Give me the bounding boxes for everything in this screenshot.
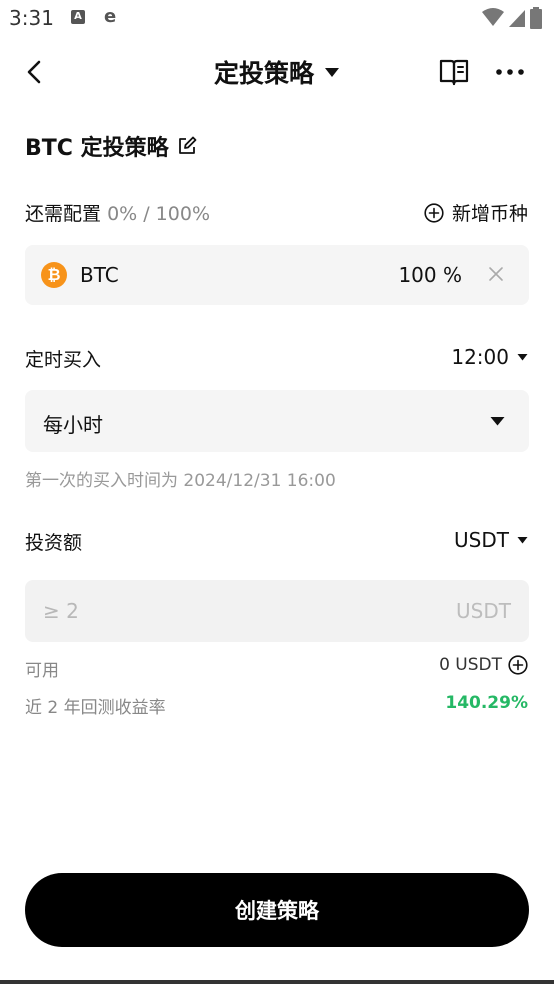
plus-circle-icon bbox=[424, 202, 444, 223]
signal-icon bbox=[509, 10, 525, 27]
wifi-icon bbox=[482, 8, 504, 26]
caret-down-icon bbox=[517, 354, 528, 361]
caret-down-icon bbox=[490, 417, 505, 426]
status-indicators bbox=[482, 7, 542, 29]
more-options-icon[interactable] bbox=[494, 60, 526, 84]
selected-time: 12:00 bbox=[451, 345, 509, 369]
create-strategy-button[interactable]: 创建策略 bbox=[25, 873, 529, 947]
amount-input[interactable] bbox=[25, 580, 529, 642]
backtest-label: 近 2 年回测收益率 bbox=[25, 698, 166, 718]
available-balance: 0 USDT bbox=[439, 655, 528, 675]
close-icon[interactable] bbox=[485, 263, 507, 285]
status-time: 3:31 bbox=[9, 6, 54, 30]
add-coin-label: 新增币种 bbox=[451, 203, 528, 225]
btc-coin-icon: ₿ bbox=[41, 262, 67, 288]
investment-label: 投资额 bbox=[25, 532, 83, 554]
allocation-status: 还需配置 0% / 100% bbox=[25, 199, 210, 226]
page-title: 定投策略 bbox=[213, 59, 314, 88]
notification-a-icon: A bbox=[71, 10, 85, 24]
amount-field: USDT bbox=[25, 580, 529, 642]
allocation-label: 还需配置 bbox=[25, 203, 102, 225]
bottom-edge bbox=[0, 980, 554, 984]
caret-down-icon bbox=[325, 68, 339, 77]
backtest-return: 140.29% bbox=[445, 693, 528, 713]
first-buy-note: 第一次的买入时间为 2024/12/31 16:00 bbox=[25, 471, 336, 491]
strategy-name-row: BTC 定投策略 bbox=[25, 130, 197, 162]
strategy-name: BTC 定投策略 bbox=[25, 136, 169, 161]
deposit-plus-icon[interactable] bbox=[508, 655, 528, 675]
create-strategy-label: 创建策略 bbox=[235, 899, 319, 923]
battery-icon bbox=[530, 7, 542, 29]
strategy-type-dropdown[interactable]: 定投策略 bbox=[214, 54, 340, 90]
coin-percent[interactable]: 100 % bbox=[398, 263, 462, 287]
caret-down-icon bbox=[517, 537, 528, 544]
page-title-container: 定投策略 bbox=[0, 54, 554, 90]
selected-currency: USDT bbox=[454, 528, 509, 552]
time-dropdown[interactable]: 12:00 bbox=[451, 345, 528, 369]
guide-book-icon[interactable] bbox=[438, 56, 470, 88]
edit-icon[interactable] bbox=[177, 136, 197, 156]
available-label: 可用 bbox=[25, 661, 59, 681]
amount-unit: USDT bbox=[456, 599, 511, 623]
selected-frequency: 每小时 bbox=[43, 413, 103, 437]
coin-allocation-row[interactable]: ₿ BTC 100 % bbox=[25, 245, 529, 305]
back-arrow-icon[interactable] bbox=[22, 58, 50, 86]
notification-browser-icon: e bbox=[104, 6, 117, 27]
currency-dropdown[interactable]: USDT bbox=[454, 528, 528, 552]
frequency-dropdown[interactable]: 每小时 bbox=[25, 390, 529, 452]
coin-symbol: BTC bbox=[80, 263, 119, 287]
allocation-progress: 0% / 100% bbox=[107, 203, 211, 225]
add-coin-button[interactable]: 新增币种 bbox=[424, 199, 528, 226]
available-value: 0 USDT bbox=[439, 655, 502, 675]
schedule-label: 定时买入 bbox=[25, 349, 102, 371]
